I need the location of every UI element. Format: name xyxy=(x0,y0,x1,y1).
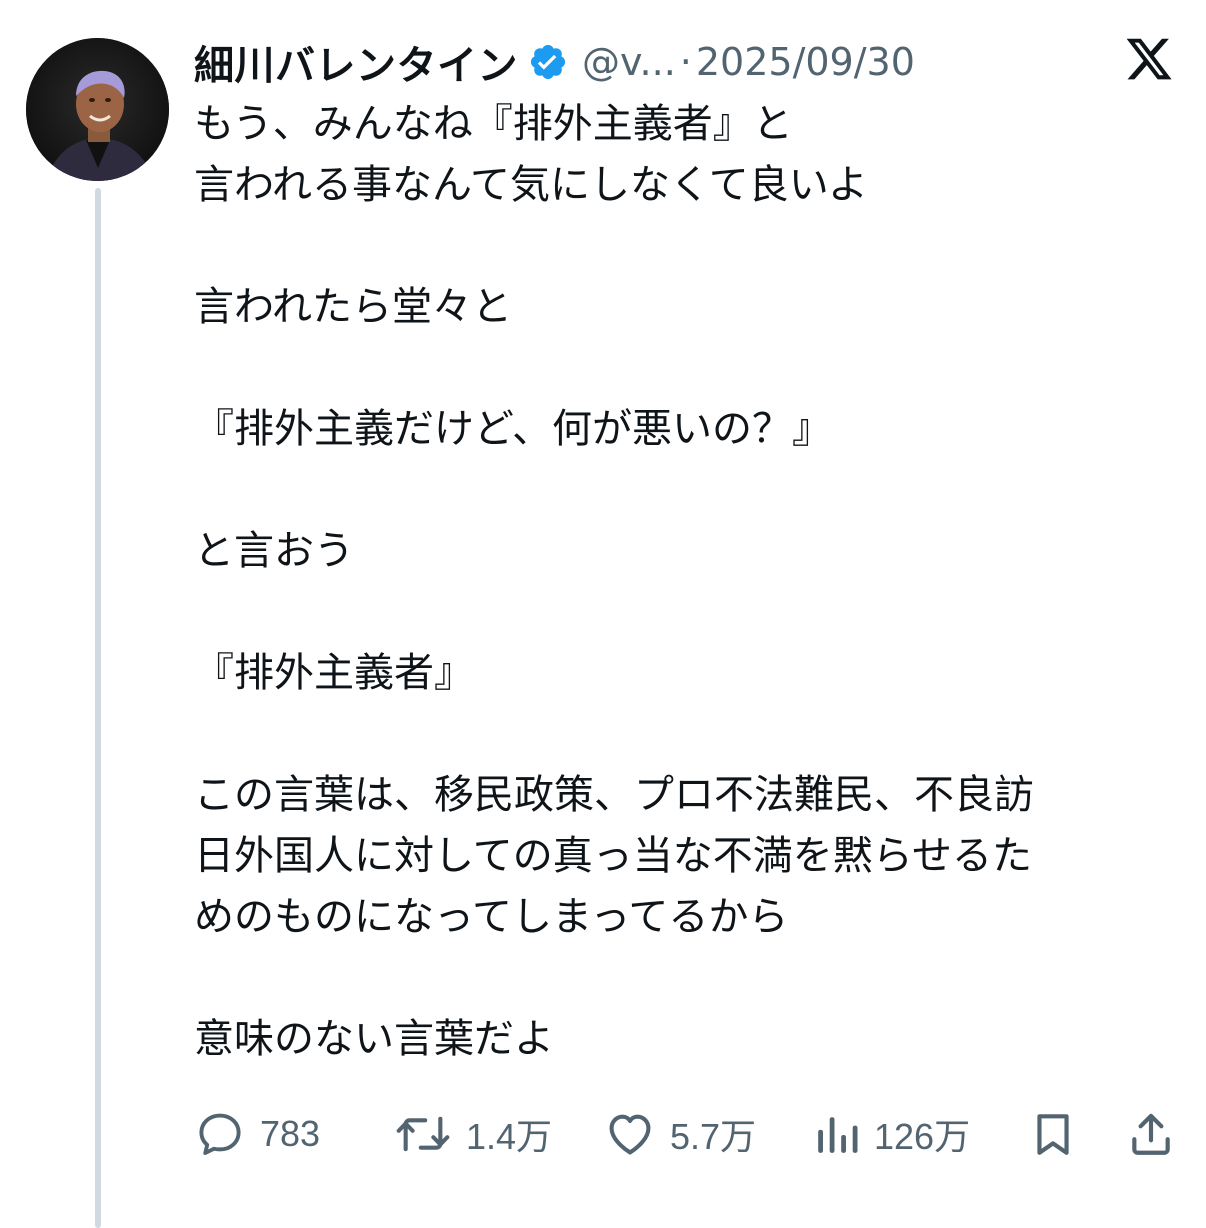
repost-icon xyxy=(396,1116,450,1152)
tweet-text-line: この言葉は、移民政策、プロ不法難民、不良訪 xyxy=(194,772,1034,818)
bookmark-button[interactable] xyxy=(1028,1104,1078,1164)
tweet-text-line: 日外国人に対しての真っ当な不満を黙らせるた xyxy=(194,833,1032,879)
like-count: 5.7万 xyxy=(670,1116,757,1157)
reply-icon xyxy=(199,1113,241,1156)
tweet-text-line: 意味のない言葉だよ xyxy=(194,1016,554,1062)
author-name[interactable]: 細川バレンタイン xyxy=(194,33,518,91)
tweet-text-line: 『排外主義だけど、何が悪いの？』 xyxy=(194,406,832,452)
repost-count: 1.4万 xyxy=(466,1116,553,1157)
separator-dot: · xyxy=(679,40,692,84)
x-logo-icon[interactable] xyxy=(1124,34,1174,84)
views-chart-icon xyxy=(818,1117,858,1153)
tweet-text-line: 『排外主義者』 xyxy=(194,650,474,696)
tweet-header: 細川バレンタイン @v... · 2025/09/30 xyxy=(194,34,915,90)
bookmark-icon xyxy=(1037,1114,1069,1155)
reply-count: 783 xyxy=(260,1113,321,1154)
thread-line xyxy=(95,188,101,1228)
verified-badge-icon xyxy=(528,42,568,82)
like-button[interactable]: 5.7万 xyxy=(604,1104,756,1164)
tweet-text-line: 言われたら堂々と xyxy=(194,284,512,330)
views-button[interactable]: 126万 xyxy=(814,1104,970,1164)
tweet-text-line: 言われる事なんて気にしなくて良いよ xyxy=(194,162,868,208)
tweet-body: もう、みんなね『排外主義者』と 言われる事なんて気にしなくて良いよ 言われたら堂… xyxy=(194,94,1154,1070)
reply-button[interactable]: 783 xyxy=(194,1104,320,1164)
tweet-text-line: もう、みんなね『排外主義者』と xyxy=(194,101,793,147)
tweet-date[interactable]: 2025/09/30 xyxy=(696,40,915,84)
heart-icon xyxy=(609,1114,651,1155)
avatar[interactable] xyxy=(26,38,169,181)
author-handle[interactable]: @v... xyxy=(582,40,676,84)
tweet-text-line: めのものになってしまってるから xyxy=(194,894,789,940)
avatar-photo xyxy=(26,38,169,181)
share-icon xyxy=(1132,1113,1170,1155)
views-count: 126万 xyxy=(874,1116,971,1157)
action-bar: 783 1.4万 5.7万 126万 xyxy=(194,1104,1180,1164)
repost-button[interactable]: 1.4万 xyxy=(394,1104,552,1164)
share-button[interactable] xyxy=(1126,1104,1176,1164)
tweet-text-line: と言おう xyxy=(194,528,354,574)
